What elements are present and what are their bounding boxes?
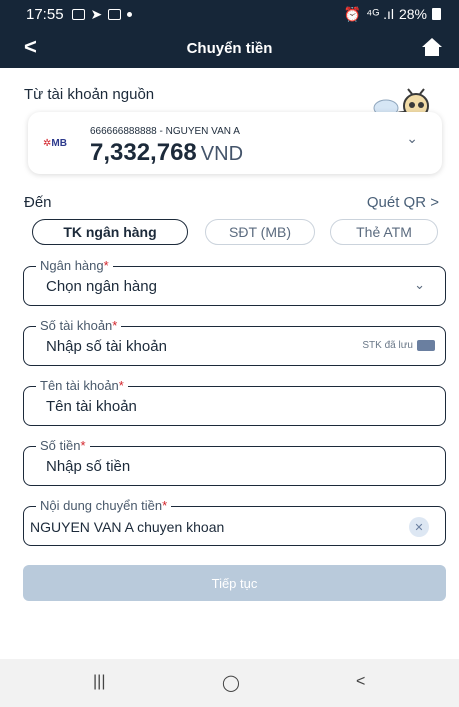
clear-icon[interactable]: ✕ [409, 517, 429, 537]
scan-qr-link[interactable]: Quét QR > [367, 194, 439, 211]
account-name-placeholder: Tên tài khoản [46, 398, 137, 415]
account-number-placeholder: Nhập số tài khoản [46, 338, 167, 355]
account-number-legend: Số tài khoản* [36, 318, 122, 333]
battery-text: 28% [398, 6, 427, 22]
saved-accounts-button[interactable]: STK đã lưu [362, 340, 435, 351]
recent-apps-icon[interactable]: ||| [93, 673, 105, 691]
transfer-content-legend: Nội dung chuyển tiền* [36, 498, 172, 513]
continue-button[interactable]: Tiếp tục [23, 565, 446, 601]
page-title: Chuyển tiền [186, 39, 273, 57]
account-number-name: 666666888888 - NGUYEN VAN A [90, 126, 240, 137]
account-number-field[interactable]: Số tài khoản* Nhập số tài khoản STK đã l… [23, 318, 446, 366]
alarm-icon: ⏰ [343, 5, 362, 22]
source-account-label: Từ tài khoản nguồn [24, 86, 155, 103]
app-header: < Chuyển tiền [0, 28, 459, 68]
chevron-down-icon[interactable]: ⌄ [406, 130, 418, 147]
gallery-icon [71, 8, 85, 20]
bank-value: Chọn ngân hàng [46, 278, 157, 295]
amount-field[interactable]: Số tiền* Nhập số tiền [23, 438, 446, 486]
account-name-legend: Tên tài khoản* [36, 378, 128, 393]
balance-currency: VND [200, 143, 244, 165]
send-icon: ➤ [90, 5, 103, 22]
mb-bank-logo: ✲MB [43, 138, 67, 149]
transfer-content-value: NGUYEN VAN A chuyen khoan [30, 519, 225, 535]
account-balance: 7,332,768 VND [90, 139, 244, 166]
chevron-down-icon: ⌄ [414, 277, 425, 292]
account-name-field[interactable]: Tên tài khoản* Tên tài khoản [23, 378, 446, 426]
bank-legend: Ngân hàng* [36, 258, 113, 273]
amount-placeholder: Nhập số tiền [46, 458, 131, 475]
transfer-content-field[interactable]: Nội dung chuyển tiền* NGUYEN VAN A chuye… [23, 498, 446, 546]
status-right: ⏰ ⁴ᴳ .ıl 28% [344, 6, 441, 23]
battery-icon [432, 8, 441, 20]
bank-select[interactable]: Ngân hàng* Chọn ngân hàng ⌄ [23, 258, 446, 306]
notification-icons: ➤ [71, 5, 133, 23]
system-nav-bar: ||| ◯ < [0, 659, 459, 707]
back-chevron-icon[interactable]: < [24, 34, 37, 60]
home-icon[interactable] [421, 37, 443, 57]
destination-label: Đến [24, 194, 52, 211]
message-icon [108, 8, 122, 20]
source-account-card[interactable]: ✲MB 666666888888 - NGUYEN VAN A 7,332,76… [28, 112, 442, 174]
dot-icon [127, 11, 133, 17]
tab-bank-account[interactable]: TK ngân hàng [32, 219, 188, 245]
contact-card-icon [417, 340, 435, 351]
amount-legend: Số tiền* [36, 438, 90, 453]
tab-phone-mb[interactable]: SĐT (MB) [205, 219, 315, 245]
back-nav-icon[interactable]: < [356, 673, 365, 691]
tab-atm-card[interactable]: Thẻ ATM [330, 219, 438, 245]
home-nav-icon[interactable]: ◯ [222, 673, 240, 693]
status-time: 17:55 [26, 5, 64, 23]
status-bar: 17:55 ➤ ⏰ ⁴ᴳ .ıl 28% [0, 0, 459, 28]
signal-text: ⁴ᴳ .ıl [366, 6, 394, 22]
